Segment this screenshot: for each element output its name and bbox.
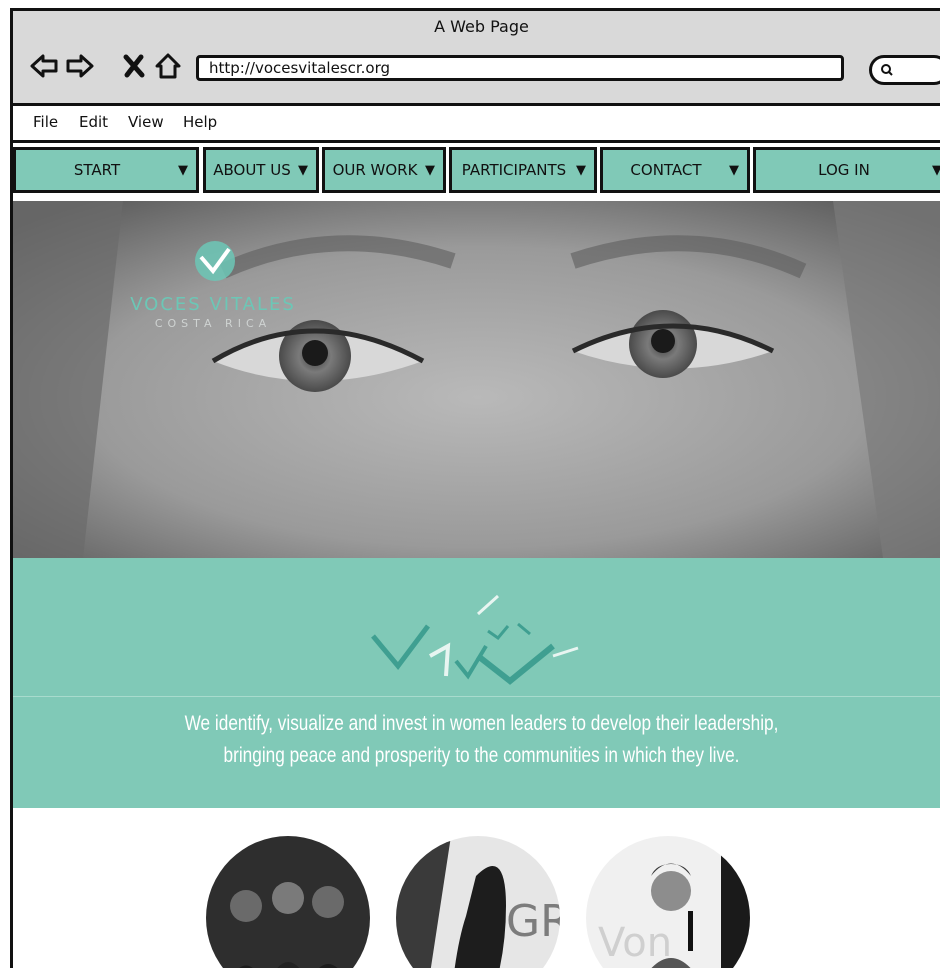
mission-line-1: We identify, visualize and invest in wom… — [184, 712, 779, 735]
back-arrow-icon — [30, 54, 58, 78]
window-title: A Web Page — [434, 17, 529, 36]
nav-tab-log-in[interactable]: LOG IN ▼ — [753, 147, 940, 193]
home-icon — [155, 53, 181, 79]
nav-tab-label: PARTICIPANTS — [461, 161, 567, 179]
menu-bar: File Edit View Help — [13, 106, 940, 143]
nav-tab-participants[interactable]: PARTICIPANTS ▼ — [449, 147, 597, 193]
photo-woman-microphone[interactable]: Von — [586, 836, 750, 968]
svg-text:GR: GR — [506, 896, 560, 947]
dropdown-caret-icon: ▼ — [576, 162, 586, 178]
logo-name: VOCES VITALES — [130, 294, 296, 315]
mission-banner: We identify, visualize and invest in wom… — [13, 558, 940, 808]
nav-tab-our-work[interactable]: OUR WORK ▼ — [322, 147, 446, 193]
mission-line-2: bringing peace and prosperity to the com… — [223, 744, 740, 767]
back-button[interactable] — [29, 51, 59, 81]
photo-women-group[interactable] — [206, 836, 370, 968]
featured-photos: GR Von — [13, 808, 940, 968]
nav-tab-contact[interactable]: CONTACT ▼ — [600, 147, 750, 193]
nav-tab-about-us[interactable]: ABOUT US ▼ — [203, 147, 319, 193]
hero-image: VOCES VITALES COSTA RICA — [13, 201, 940, 558]
nav-tab-label: ABOUT US — [213, 161, 291, 179]
home-button[interactable] — [153, 51, 183, 81]
search-icon — [881, 64, 893, 76]
divider — [13, 696, 940, 697]
nav-tab-label: CONTACT — [630, 161, 702, 179]
photo-woman-microphone-image: Von — [586, 836, 750, 968]
birds-icon — [371, 594, 579, 685]
dropdown-caret-icon: ▼ — [729, 162, 739, 178]
nav-tab-label: OUR WORK — [332, 161, 418, 179]
address-bar[interactable]: http://vocesvitalescr.org — [196, 55, 844, 81]
photo-speaker[interactable]: GR — [396, 836, 560, 968]
photo-speaker-image: GR — [396, 836, 560, 968]
browser-titlebar: A Web Page http://vocesvitalescr.org — [13, 11, 940, 106]
nav-tab-label: START — [73, 161, 121, 179]
mission-statement: We identify, visualize and invest in wom… — [97, 708, 865, 772]
menu-file[interactable]: File — [33, 113, 58, 131]
menu-view[interactable]: View — [128, 113, 164, 131]
forward-button[interactable] — [65, 51, 95, 81]
search-field[interactable] — [869, 55, 940, 85]
dropdown-caret-icon: ▼ — [178, 162, 188, 178]
dropdown-caret-icon: ▼ — [932, 163, 940, 178]
logo-subtitle: COSTA RICA — [154, 317, 272, 330]
menu-edit[interactable]: Edit — [79, 113, 108, 131]
nav-tab-start[interactable]: START ▼ — [13, 147, 199, 193]
close-x-icon — [123, 54, 145, 78]
logo-bird-icon — [195, 241, 235, 281]
voces-vitales-logo[interactable]: VOCES VITALES COSTA RICA — [123, 239, 303, 339]
stop-button[interactable] — [119, 51, 149, 81]
site-navigation: START ▼ ABOUT US ▼ OUR WORK ▼ PARTICIPAN… — [13, 143, 940, 198]
menu-help[interactable]: Help — [183, 113, 217, 131]
forward-arrow-icon — [66, 54, 94, 78]
browser-window: A Web Page http://vocesvitalescr.org Fil… — [10, 8, 940, 968]
nav-tab-label: LOG IN — [818, 161, 870, 179]
svg-text:Von: Von — [598, 920, 672, 966]
photo-women-group-image — [206, 836, 370, 968]
dropdown-caret-icon: ▼ — [425, 162, 435, 178]
dropdown-caret-icon: ▼ — [298, 162, 308, 178]
